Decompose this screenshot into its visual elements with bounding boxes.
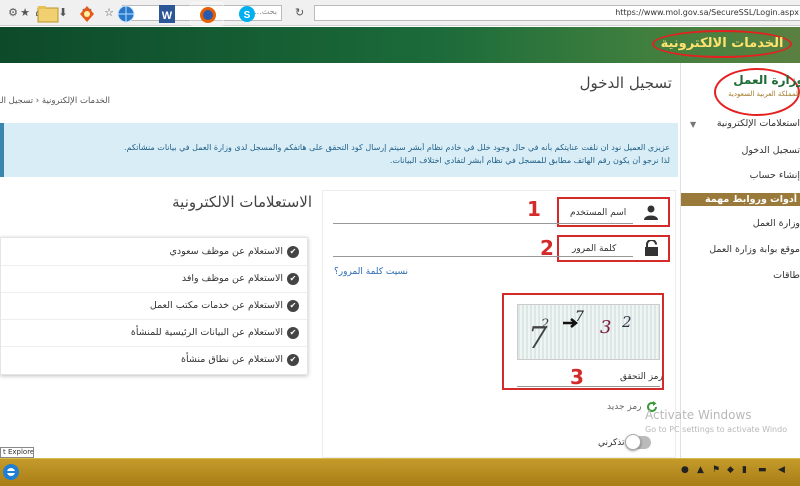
word-icon: W [159,5,175,23]
list-item-label: الاستعلام عن موظف وافد [181,273,283,284]
list-item-label: الاستعلام عن خدمات مكتب العمل [149,300,283,311]
list-item-label: الاستعلام عن البيانات الرئيسية للمنشأة [130,327,283,338]
new-code-link[interactable]: رمز جديد [607,402,642,412]
ie-tooltip: t Explorer [0,447,34,458]
tray-person-icon[interactable]: ● [681,465,693,477]
check-circle-icon: ✔ [287,354,299,366]
activate-windows-subtext: Go to PC settings to activate Windo [645,425,788,434]
tray-graduation-icon[interactable]: ▲ [697,465,709,477]
check-circle-icon: ✔ [287,327,299,339]
sidebar-item-ministry[interactable]: وزارة العمل [682,218,800,229]
check-circle-icon: ✔ [287,273,299,285]
tray-flag-icon[interactable]: ⚑ [712,465,724,477]
sidebar-item-login[interactable]: تسجيل الدخول [682,145,800,156]
sidebar-item-portal[interactable]: موقع بوابة وزارة العمل [682,244,800,255]
lock-icon [645,240,658,256]
password-input[interactable] [333,256,633,257]
address-bar[interactable]: https://www.mol.gov.sa/SecureSSL/Login.a… [314,5,800,21]
remember-me-label: تذكرني [598,438,625,448]
forgot-password-link[interactable]: نسيت كلمة المرور؟ [334,267,408,277]
annotation-number-1: 1 [527,197,541,221]
sidebar-section-tools: أدوات وروابط مهمة [681,193,800,206]
tray-app-icon[interactable]: ◆ [727,465,739,477]
ministry-logo-title[interactable]: وزارة العمل [733,73,800,87]
einquiries-title: الاستعلامات الالكترونية [172,193,312,211]
sidebar-item-create-account[interactable]: إنشاء حساب [682,170,800,181]
folder-icon [37,6,59,23]
captcha-arrow-icon [563,318,578,328]
reload-icon[interactable]: ↻ [295,6,304,19]
firefox-icon [200,7,216,23]
taskbar [0,458,800,486]
taskbar-skype[interactable]: S [230,2,264,26]
einquiries-list: ✔ الاستعلام عن موظف سعودي ✔ الاستعلام عن… [0,237,308,375]
username-input[interactable] [333,223,633,224]
skype-icon: S [239,6,255,22]
check-circle-icon: ✔ [287,246,299,258]
toggle-knob[interactable] [625,434,641,450]
list-item[interactable]: ✔ الاستعلام عن البيانات الرئيسية للمنشأة [1,320,307,347]
internet-explorer-icon[interactable] [0,461,22,483]
tray-network-icon[interactable]: ▮ [742,465,754,477]
alert-text-line1: عزيزي العميل نود ان نلفت عنايتكم بأنه في… [123,143,670,152]
captcha-image: 7 2 7 3 2 [517,304,660,360]
app-icon [80,6,94,22]
captcha-label: رمز التحقق [620,372,663,382]
breadcrumb[interactable]: الخدمات الإلكترونية ‹ تسجيل الدخول [0,96,110,106]
info-alert: عزيزي العميل نود ان نلفت عنايتكم بأنه في… [0,123,678,177]
svg-text:S: S [244,10,251,21]
eservices-title[interactable]: الخدمات الالكترونية [652,30,792,58]
tray-battery-icon[interactable]: ▬ [758,465,770,477]
alert-text-line2: لذا نرجو أن يكون رقم الهاتف مطابق للمسجل… [389,156,670,165]
globe-icon [117,5,135,23]
taskbar-firefox[interactable] [190,2,224,26]
ministry-logo-subtitle: المملكة العربية السعودية [728,90,800,98]
list-item[interactable]: ✔ الاستعلام عن نطاق منشأة [1,347,307,374]
taskbar-file-explorer[interactable] [31,2,65,26]
taskbar-word[interactable]: W [150,2,184,26]
captcha-char: 3 [600,317,612,338]
sidebar-item-einquiries[interactable]: استعلامات الإلكترونية [682,118,800,129]
username-label: اسم المستخدم [570,208,627,218]
sidebar-item-taqat[interactable]: طاقات [682,270,800,281]
password-label: كلمة المرور [572,244,617,254]
captcha-char: 2 [622,313,632,331]
captcha-input[interactable] [517,386,660,387]
page-title: تسجيل الدخول [579,74,672,92]
page: { "browser": { "search_placeholder": "بح… [0,0,800,486]
tray-volume-icon[interactable]: ◀ [778,465,790,477]
taskbar-app[interactable] [109,2,143,26]
svg-text:W: W [162,10,173,22]
list-item-label: الاستعلام عن موظف سعودي [169,246,284,257]
taskbar-app[interactable] [70,2,104,26]
activate-windows-watermark: Activate Windows [645,408,752,422]
list-item[interactable]: ✔ الاستعلام عن موظف سعودي [1,239,307,266]
list-item[interactable]: ✔ الاستعلام عن موظف وافد [1,266,307,293]
list-item[interactable]: ✔ الاستعلام عن خدمات مكتب العمل [1,293,307,320]
list-item-label: الاستعلام عن نطاق منشأة [181,354,283,365]
user-icon [644,205,658,220]
check-circle-icon: ✔ [287,300,299,312]
favorites-star-icon[interactable]: ★ [18,6,32,20]
captcha-char: 2 [541,317,550,332]
